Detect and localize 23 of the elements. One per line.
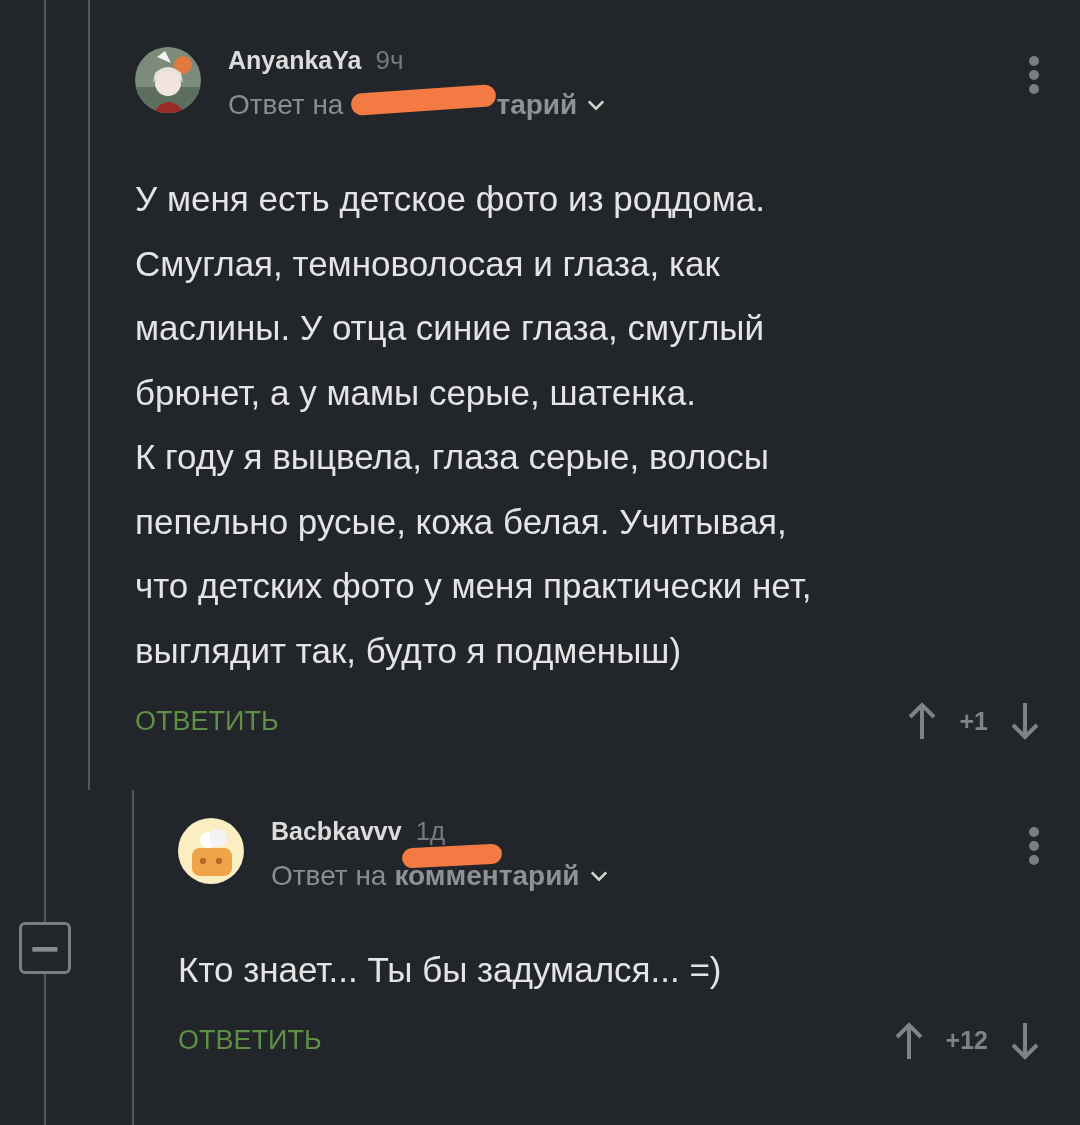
reply-button[interactable]: ОТВЕТИТЬ: [135, 705, 279, 737]
reply-to-link[interactable]: комментарий: [394, 860, 580, 891]
upvote-icon[interactable]: [893, 1020, 924, 1061]
reply-to-label: Ответ на: [228, 89, 344, 121]
collapse-button[interactable]: −: [19, 922, 71, 974]
downvote-icon[interactable]: [1010, 701, 1040, 741]
rating-count: +1: [959, 706, 988, 736]
reply-button[interactable]: ОТВЕТИТЬ: [178, 1025, 322, 1056]
reply-to-link[interactable]: тарий: [496, 89, 578, 121]
rating-count: +12: [945, 1026, 988, 1055]
author-name[interactable]: AnyankaYa: [228, 46, 362, 75]
downvote-icon[interactable]: [1010, 1020, 1040, 1061]
upvote-icon[interactable]: [907, 701, 938, 741]
comment-time: 1д: [415, 816, 446, 847]
chevron-down-icon[interactable]: [589, 870, 608, 882]
comment-time: 9ч: [375, 45, 404, 76]
comment-text: У меня есть детское фото из роддома. Смуглая, темноволосая и глаза, как маслины. У отца синие глаза, смуглый брюнет, а у мамы серые, шатенка. К году я выцвела, глаза серые, волосы пепельно русые, кожа белая. Учитывая, что детских фото у меня практически нет, выглядит так, будто я подменыш): [135, 178, 813, 672]
author-name[interactable]: Bacbkavvv: [271, 817, 402, 846]
more-options-icon[interactable]: [1028, 826, 1040, 866]
chevron-down-icon[interactable]: [587, 99, 606, 111]
more-options-icon[interactable]: [1028, 55, 1040, 95]
comment-text: Кто знает... Ты бы задумался... =): [178, 949, 723, 991]
reply-to-label: Ответ на: [271, 860, 387, 892]
